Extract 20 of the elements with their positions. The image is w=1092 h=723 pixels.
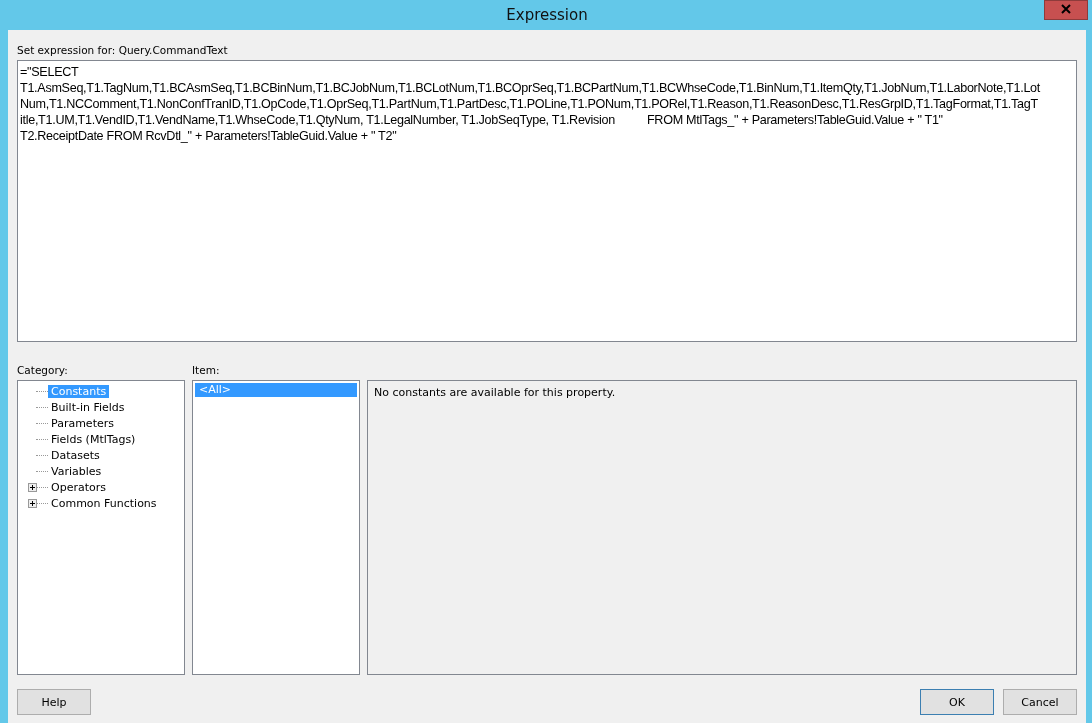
tree-item[interactable]: Parameters	[48, 416, 117, 430]
dialog-button[interactable]: Cancel	[1003, 689, 1077, 715]
expand-icon[interactable]	[28, 483, 37, 492]
tree-item[interactable]: Common Functions	[48, 496, 160, 510]
dialog-button[interactable]: OK	[920, 689, 994, 715]
window-title: Expression	[506, 6, 588, 24]
close-icon	[1061, 4, 1071, 14]
description-text: No constants are available for this property.	[373, 385, 617, 401]
expand-icon[interactable]	[28, 499, 37, 508]
expression-editor[interactable]: ="SELECT T1.AsmSeq,T1.TagNum,T1.BCAsmSeq,T1.BCBinNum,T1.BCJobNum,T1.BCLotNum,T1.BCOprSeq,T1.BCPartNum,T1.BCWhseCode,T1.BinNum,T1.ItemQty,T1.JobNum,T1.LaborNote,T1.Lot Num,T1.NCComment,T1.NonConfTranID,T1.OpCode,T1.OprSeq,T1.PartNum,T1.PartDesc,T1.POLine,T1.PONum,T1.PORel,T1.Reason,T1.ReasonDesc,T1.ResGrpID,T1.TagFormat,T1.TagT itle,T1.UM,T1.VendID,T1.VendName,T1.WhseCode,T1.QtyNum, T1.LegalNumber, T1.JobSeqType, T1.Revision FROM MtlTags_" + Parameters!TableGuid.Value + " T1" T2.ReceiptDate FROM RcvDtl_" + Parameters!TableGuid.Value + " T2"	[17, 60, 1077, 342]
help-button[interactable]: Help	[17, 689, 91, 715]
tree-item[interactable]: Built-in Fields	[48, 400, 128, 414]
tree-item[interactable]: Variables	[48, 464, 105, 478]
tree-item[interactable]: Operators	[48, 480, 109, 494]
category-label: Category:	[17, 364, 69, 376]
item-label: Item:	[192, 364, 221, 376]
tree-item[interactable]: Fields (MtlTags)	[48, 432, 139, 446]
close-button[interactable]	[1044, 0, 1088, 20]
tree-item[interactable]: Datasets	[48, 448, 103, 462]
expression-label: Set expression for: Query.CommandText	[17, 44, 229, 56]
